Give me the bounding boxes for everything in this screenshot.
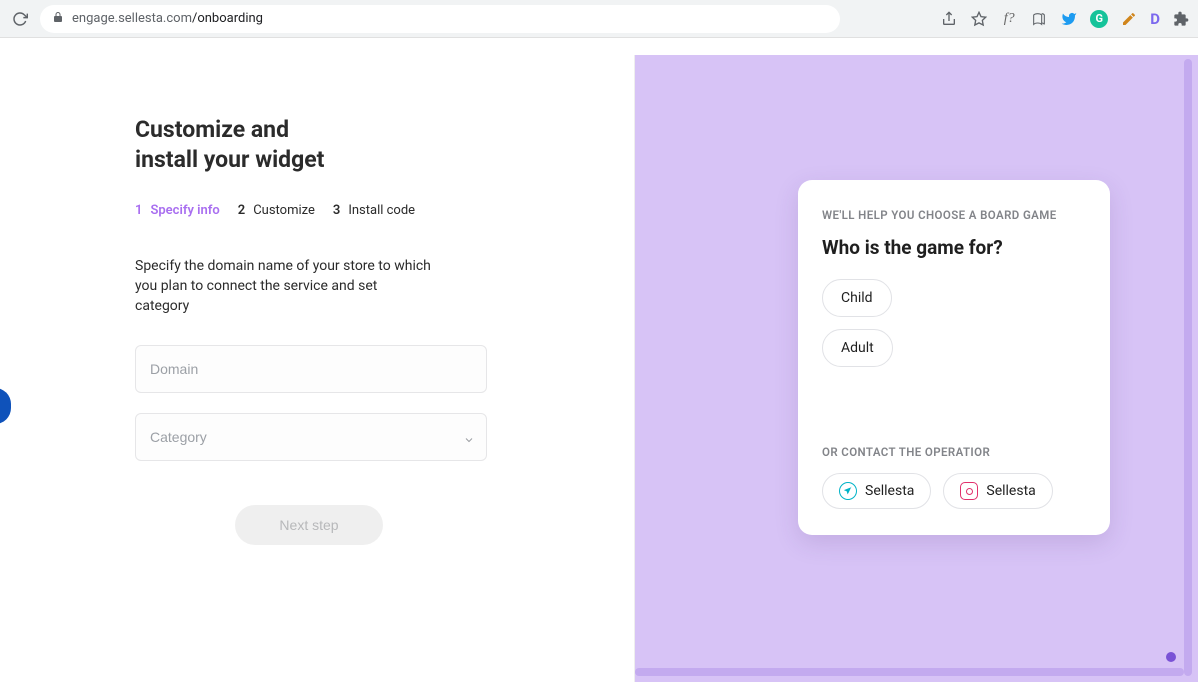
contact-label-text: Sellesta bbox=[986, 483, 1035, 499]
extension-pen-icon[interactable] bbox=[1120, 10, 1138, 28]
workspace: Customize and install your widget 1 Spec… bbox=[0, 38, 1198, 687]
step-label: Customize bbox=[253, 203, 315, 218]
extension-book-icon[interactable] bbox=[1030, 10, 1048, 28]
address-bar[interactable]: engage.sellesta.com/onboarding bbox=[40, 5, 840, 33]
contact-instagram[interactable]: Sellesta bbox=[943, 473, 1052, 509]
step-number: 1 bbox=[135, 203, 142, 218]
telegram-icon bbox=[839, 482, 857, 500]
next-step-button[interactable]: Next step bbox=[235, 505, 383, 545]
browser-chrome-bar: engage.sellesta.com/onboarding f? G D bbox=[0, 0, 1198, 38]
url-text: engage.sellesta.com/onboarding bbox=[72, 11, 263, 26]
domain-input[interactable] bbox=[135, 345, 487, 393]
decorative-bottom-bar bbox=[635, 668, 1184, 676]
stepper: 1 Specify info 2 Customize 3 Install cod… bbox=[135, 203, 634, 218]
reload-button[interactable] bbox=[8, 7, 32, 31]
step-number: 3 bbox=[333, 203, 340, 218]
card-question: Who is the game for? bbox=[822, 236, 1086, 259]
step-install-code[interactable]: 3 Install code bbox=[333, 203, 415, 218]
instagram-icon bbox=[960, 482, 978, 500]
contact-label-text: Sellesta bbox=[865, 483, 914, 499]
extension-d-icon[interactable]: D bbox=[1150, 10, 1160, 28]
extension-f-icon[interactable]: f? bbox=[1000, 10, 1018, 28]
widget-preview-card: WE'LL HELP YOU CHOOSE A BOARD GAME Who i… bbox=[798, 180, 1110, 535]
help-text: Specify the domain name of your store to… bbox=[135, 256, 435, 317]
step-number: 2 bbox=[238, 203, 245, 218]
category-select-wrap: Category bbox=[135, 413, 487, 461]
browser-actions: f? G D bbox=[940, 10, 1190, 28]
category-select[interactable]: Category bbox=[135, 413, 487, 461]
contact-telegram[interactable]: Sellesta bbox=[822, 473, 931, 509]
step-customize[interactable]: 2 Customize bbox=[238, 203, 315, 218]
lock-icon bbox=[52, 11, 64, 26]
card-eyebrow: WE'LL HELP YOU CHOOSE A BOARD GAME bbox=[822, 208, 1086, 222]
extensions-puzzle-icon[interactable] bbox=[1172, 10, 1190, 28]
contact-label: OR CONTACT THE OPERATIOR bbox=[822, 445, 1086, 459]
decorative-right-bar bbox=[1184, 59, 1192, 676]
share-icon[interactable] bbox=[940, 10, 958, 28]
bookmark-star-icon[interactable] bbox=[970, 10, 988, 28]
option-child[interactable]: Child bbox=[822, 279, 892, 317]
answer-options: Child Adult bbox=[822, 279, 1086, 367]
help-indicator-dot[interactable] bbox=[1166, 652, 1176, 662]
onboarding-panel: Customize and install your widget 1 Spec… bbox=[0, 55, 635, 682]
grammarly-icon[interactable]: G bbox=[1090, 10, 1108, 28]
step-label: Install code bbox=[348, 203, 415, 218]
widget-preview-area: WE'LL HELP YOU CHOOSE A BOARD GAME Who i… bbox=[635, 55, 1198, 682]
step-label: Specify info bbox=[150, 203, 219, 218]
option-adult[interactable]: Adult bbox=[822, 329, 893, 367]
twitter-icon[interactable] bbox=[1060, 10, 1078, 28]
page-title: Customize and install your widget bbox=[135, 115, 634, 175]
step-specify-info[interactable]: 1 Specify info bbox=[135, 203, 220, 218]
contact-row: Sellesta Sellesta bbox=[822, 473, 1086, 509]
